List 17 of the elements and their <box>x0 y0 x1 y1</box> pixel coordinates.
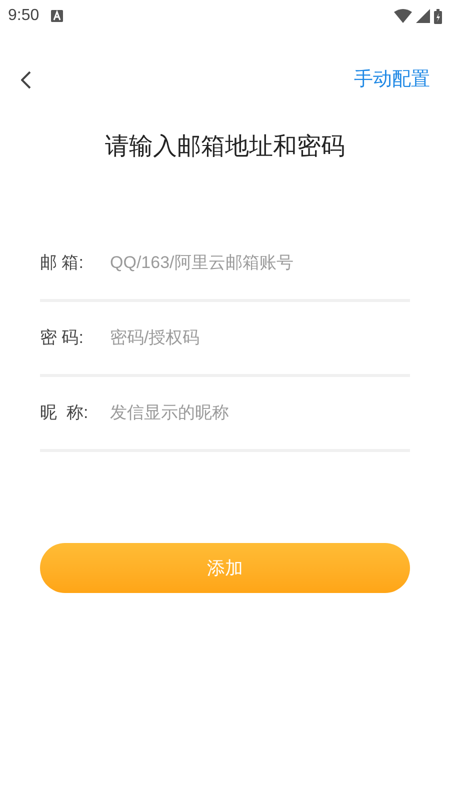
field-label: 昵 称: <box>40 402 90 424</box>
form-field[interactable]: 昵 称: 发信显示的昵称 <box>40 377 410 452</box>
input-field[interactable]: QQ/163/阿里云邮箱账号 <box>110 250 410 276</box>
back-icon <box>21 71 31 89</box>
signal-icon <box>416 9 430 23</box>
field-label: 密 码: <box>40 327 84 350</box>
wifi-icon <box>394 9 412 23</box>
input-field[interactable]: 密码/授权码 <box>110 325 410 351</box>
form-field[interactable]: 密 码: 密码/授权码 <box>40 302 410 377</box>
notification-icon <box>51 10 64 22</box>
field-label: 邮 箱: <box>40 252 84 274</box>
battery-icon <box>434 8 442 24</box>
input-field[interactable]: 发信显示的昵称 <box>110 400 410 426</box>
page-title: 请输入邮箱地址和密码 <box>105 132 345 162</box>
form-field[interactable]: 邮 箱: QQ/163/阿里云邮箱账号 <box>40 227 410 302</box>
manual-config-link[interactable]: 手动配置 <box>354 66 430 94</box>
status-time: 9:50 <box>8 6 40 26</box>
